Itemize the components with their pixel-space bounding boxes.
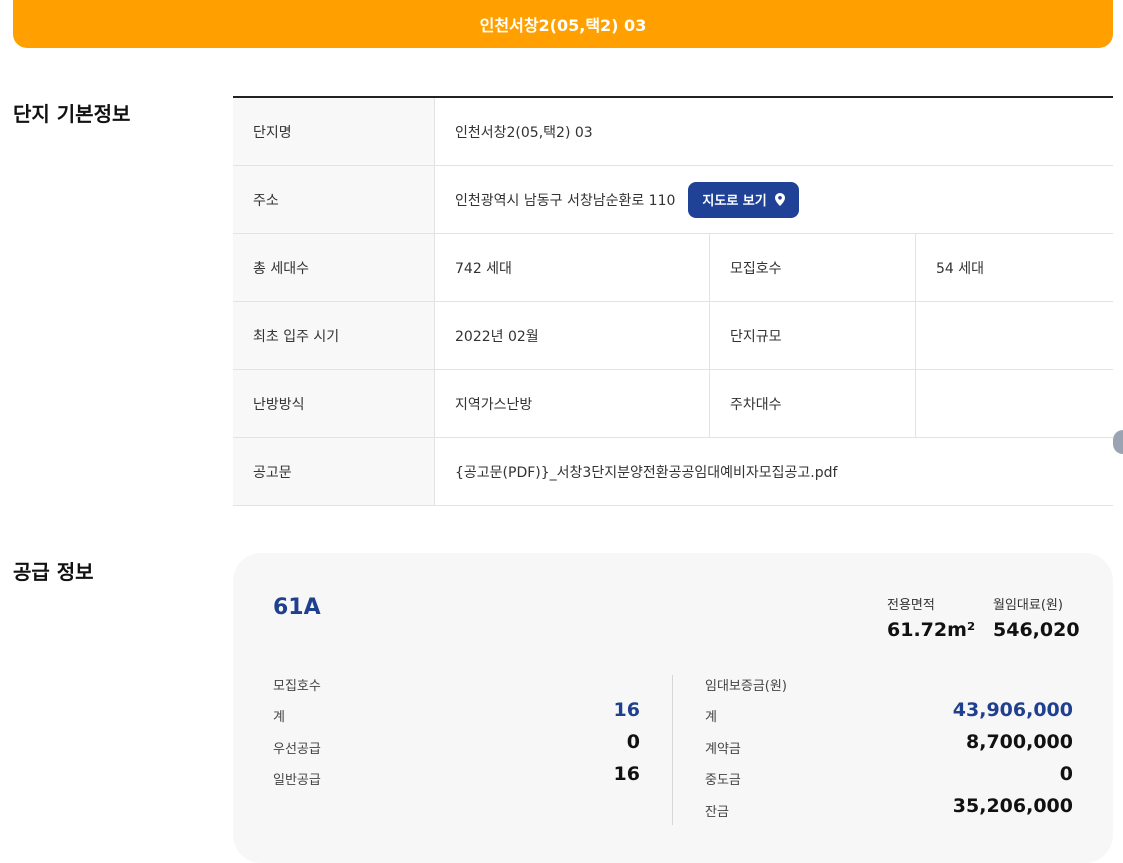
middle-payment-label: 중도금 [705,773,741,788]
contract-deposit-label: 계약금 [705,742,741,757]
label-heating: 난방방식 [233,370,435,437]
complex-name-banner: 인천서창2(05,택2) 03 [13,0,1113,48]
housing-type: 61A [273,595,321,620]
general-supply-value: 16 [613,763,640,785]
contract-deposit-value: 8,700,000 [966,731,1073,753]
label-move-in: 최초 입주 시기 [233,302,435,369]
label-complex-scale: 단지규모 [710,302,916,369]
rent-label: 월임대료(원) [993,598,1063,613]
balance-value: 35,206,000 [952,795,1073,817]
label-total-households: 총 세대수 [233,234,435,301]
value-move-in: 2022년 02월 [435,302,710,369]
label-notice: 공고문 [233,438,435,505]
priority-supply-label: 우선공급 [273,742,321,757]
row-move-in: 최초 입주 시기 2022년 02월 단지규모 [233,302,1113,370]
supply-info-title: 공급 정보 [13,560,94,584]
area-value: 61.72m² [887,619,976,641]
map-pin-icon [774,193,785,206]
balance-label: 잔금 [705,805,729,820]
view-map-label: 지도로 보기 [702,194,767,209]
label-complex-name: 단지명 [233,98,435,165]
label-address: 주소 [233,166,435,233]
deposit-title: 임대보증금(원) [705,679,787,694]
value-recruit-count: 54 세대 [936,260,985,277]
row-notice: 공고문 {공고문(PDF)}_서창3단지분양전환공공임대예비자모집공고.pdf [233,438,1113,506]
priority-supply-value: 0 [626,731,640,753]
recruit-title: 모집호수 [273,679,321,694]
value-complex-scale [916,302,1113,369]
value-complex-name: 인천서창2(05,택2) 03 [455,124,593,141]
row-complex-name: 단지명 인천서창2(05,택2) 03 [233,98,1113,166]
value-address: 인천광역시 남동구 서창남순환로 110 [455,192,676,209]
rent-value: 546,020 [993,619,1080,641]
value-total-households: 742 세대 [435,234,710,301]
value-heating: 지역가스난방 [435,370,710,437]
basic-info-title: 단지 기본정보 [13,102,131,126]
supply-card: 61A 전용면적 61.72m² 월임대료(원) 546,020 모집호수 계 … [233,553,1113,863]
label-recruit-count: 모집호수 [710,234,916,301]
recruit-total-value: 16 [613,699,640,721]
deposit-total-value: 43,906,000 [952,699,1073,721]
value-address-cell: 인천광역시 남동구 서창남순환로 110 지도로 보기 [435,166,1113,233]
notice-file-link[interactable]: {공고문(PDF)}_서창3단지분양전환공공임대예비자모집공고.pdf [435,438,1113,505]
column-divider [672,675,673,825]
scroll-handle[interactable] [1113,430,1123,454]
label-parking: 주차대수 [710,370,916,437]
row-households: 총 세대수 742 세대 모집호수 54 세대 [233,234,1113,302]
area-label: 전용면적 [887,598,935,613]
middle-payment-value: 0 [1059,763,1073,785]
view-map-button[interactable]: 지도로 보기 [688,181,799,218]
value-parking [916,370,1113,437]
row-heating: 난방방식 지역가스난방 주차대수 [233,370,1113,438]
basic-info-table: 단지명 인천서창2(05,택2) 03 주소 인천광역시 남동구 서창남순환로 … [233,96,1113,506]
banner-title: 인천서창2(05,택2) 03 [479,16,647,35]
deposit-total-label: 계 [705,710,717,725]
general-supply-label: 일반공급 [273,773,321,788]
row-address: 주소 인천광역시 남동구 서창남순환로 110 지도로 보기 [233,166,1113,234]
recruit-total-label: 계 [273,710,285,725]
